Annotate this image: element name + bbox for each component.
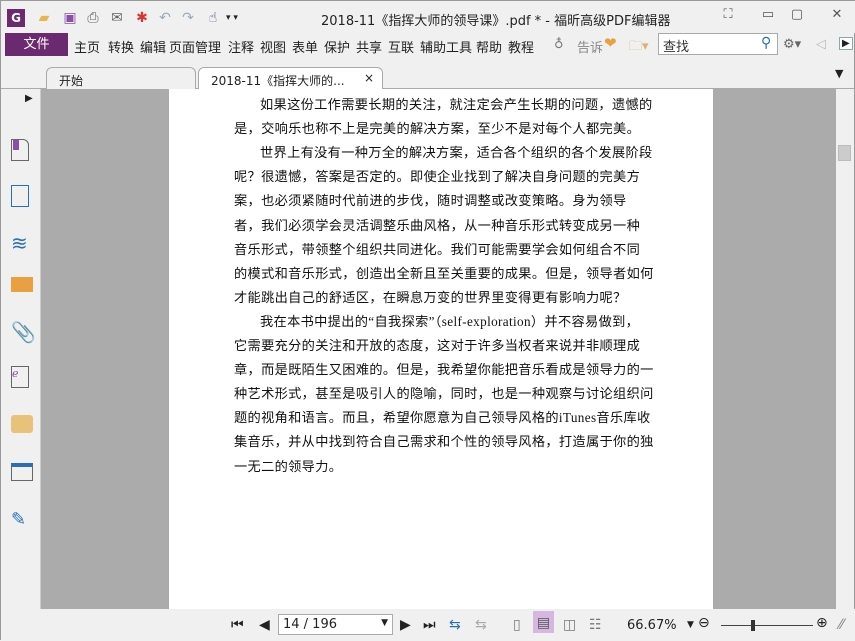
text-line: 一无二的领导力。	[234, 458, 343, 474]
zoom-slider[interactable]	[721, 620, 813, 631]
text-line: 呢？很遗憾，答案是否定的。即使企业找到了解决自身问题的完美方	[234, 169, 641, 185]
menu-convert[interactable]: 转换	[108, 37, 134, 56]
continuous-page-icon[interactable]: ▤	[533, 611, 554, 633]
save-icon[interactable]: ▣	[61, 9, 79, 27]
layers-icon[interactable]: ≋	[11, 232, 33, 254]
ribbon-menu: 文件 主页 转换 编辑 页面管理 注释 视图 表单 保护 共享 互联 辅助工具 …	[1, 33, 855, 59]
document-tabs: 开始 2018-11《指挥大师的... × ▼	[1, 63, 855, 90]
lightbulb-icon[interactable]: ♁	[554, 37, 564, 52]
title-bar: G ▰ ▣ ⎙ ✉ ✱ ↶ ↷ ☝ ▾ ▾ 2018-11《指挥大师的领导课》.…	[1, 1, 855, 33]
tab-start[interactable]: 开始	[46, 67, 196, 90]
first-page-icon[interactable]: ⏮	[231, 617, 244, 633]
text-line: 音乐形式，带领整个组织共同进化。我们可能需要学会如何组合不同	[234, 241, 641, 257]
menu-connect[interactable]: 互联	[388, 37, 414, 56]
tab-label: 2018-11《指挥大师的...	[211, 74, 345, 88]
foxit-logo-icon[interactable]: G	[7, 9, 25, 27]
new-document-icon[interactable]: ✱	[133, 9, 151, 27]
menu-home[interactable]: 主页	[74, 37, 100, 56]
certify-pen-icon[interactable]: ✎	[11, 509, 33, 531]
zoom-slider-thumb[interactable]	[751, 620, 756, 631]
menu-tutorial[interactable]: 教程	[508, 37, 534, 56]
facing-pages-icon[interactable]: ◫	[563, 617, 576, 633]
bookmarks-icon[interactable]	[11, 139, 29, 161]
text-line: 题的视角和语言。而且，希望你愿意为自己领导风格的iTunes音乐库收	[234, 410, 651, 426]
security-lock-icon[interactable]	[11, 415, 33, 433]
navigation-panel: ▶ ≋ 📎 ℯ ✎	[1, 89, 41, 609]
next-page-icon[interactable]: ▶	[400, 617, 411, 633]
minimize-button[interactable]: ▭	[758, 7, 778, 25]
attachments-icon[interactable]: 📎	[11, 321, 36, 343]
zoom-out-icon[interactable]: ⊖	[698, 615, 710, 631]
maximize-button[interactable]: ▢	[787, 7, 807, 25]
customize-dropdown-icon[interactable]: ▾ ▾	[223, 9, 241, 27]
heart-icon[interactable]: ❤	[604, 34, 617, 52]
folder-search-icon[interactable]: 🗀▾	[629, 37, 649, 59]
menu-share[interactable]: 共享	[356, 37, 382, 56]
menu-comment[interactable]: 注释	[228, 37, 254, 56]
text-line: 它需要充分的关注和开放的态度，这对于许多当权者来说并非顺理成	[234, 338, 641, 353]
text-line: 种艺术形式，甚至是吸引人的隐喻，同时，也是一种观察与讨论组织问	[234, 386, 654, 402]
page-number-input[interactable]: 14 / 196 ▼	[278, 614, 393, 635]
undo-icon[interactable]: ↶	[156, 9, 174, 27]
menu-edit[interactable]: 编辑	[140, 37, 166, 56]
status-bar: ⏮ ◀ 14 / 196 ▼ ▶ ⏭ ⇆ ⇆ ▯ ▤ ◫ ☷ 66.67% ▼ ⊖…	[1, 609, 855, 641]
redo-icon[interactable]: ↷	[179, 9, 197, 27]
text-line: 者，我们必须学会灵活调整乐曲风格，从一种音乐形式转变成另一种	[234, 217, 641, 233]
menu-protect[interactable]: 保护	[324, 37, 350, 56]
scroll-left-icon[interactable]: ◁	[816, 37, 826, 52]
scroll-thumb[interactable]	[838, 145, 851, 161]
hand-tool-icon[interactable]: ☝	[204, 9, 222, 27]
file-menu-button[interactable]: 文件	[5, 33, 68, 56]
menu-accessibility[interactable]: 辅助工具	[420, 37, 472, 56]
fullscreen-icon[interactable]: ⛶	[718, 7, 738, 25]
form-fields-icon[interactable]	[11, 463, 33, 481]
text-line: 案，也必须紧随时代前进的步伐，随时调整或改变策略。身为领导	[234, 193, 627, 209]
menu-help[interactable]: 帮助	[476, 37, 502, 56]
text-line: 我在本书中提出的“自我探索”（self-exploration）并不容易做到，	[260, 313, 640, 329]
close-tab-icon[interactable]: ×	[364, 71, 374, 85]
signatures-icon[interactable]: ℯ	[11, 366, 29, 388]
zoom-dropdown-icon[interactable]: ▼	[687, 620, 694, 630]
pages-thumbnail-icon[interactable]	[11, 185, 29, 207]
tabs-dropdown-icon[interactable]: ▼	[835, 67, 843, 80]
zoom-level[interactable]: 66.67%	[627, 618, 677, 633]
email-icon[interactable]: ✉	[108, 9, 126, 27]
text-line: 世界上有没有一种万全的解决方案，适合各个组织的各个发展阶段	[260, 145, 653, 161]
close-button[interactable]: ✕	[827, 7, 847, 25]
tell-me-label[interactable]: 告诉	[577, 37, 603, 56]
continuous-facing-icon[interactable]: ☷	[589, 617, 602, 633]
menu-form[interactable]: 表单	[292, 37, 318, 56]
menu-page-management[interactable]: 页面管理	[169, 37, 221, 56]
last-page-icon[interactable]: ⏭	[423, 617, 436, 633]
previous-page-icon[interactable]: ◀	[259, 617, 270, 633]
print-icon[interactable]: ⎙	[84, 9, 102, 27]
vertical-scrollbar[interactable]	[836, 89, 854, 609]
resize-grip-icon[interactable]: ⁄⁄	[839, 617, 844, 633]
tab-label: 开始	[59, 74, 84, 88]
search-input[interactable]: 查找	[658, 33, 778, 55]
next-view-icon[interactable]: ⇆	[475, 617, 487, 633]
search-icon[interactable]: ⚲	[761, 35, 771, 51]
comments-icon[interactable]	[11, 277, 33, 292]
text-line: 是，交响乐也称不上是完美的解决方案，至少不是对每个人都完美。	[234, 121, 641, 137]
page-number: 14 / 196	[283, 617, 337, 632]
single-page-icon[interactable]: ▯	[513, 617, 521, 633]
tab-document[interactable]: 2018-11《指挥大师的... ×	[198, 67, 383, 90]
text-line: 如果这份工作需要长期的关注，就注定会产生长期的问题，遗憾的	[260, 97, 653, 112]
open-folder-icon[interactable]: ▰	[35, 9, 53, 27]
menu-view[interactable]: 视图	[260, 37, 286, 56]
pdf-page: 如果这份工作需要长期的关注，就注定会产生长期的问题，遗憾的是，交响乐也称不上是完…	[169, 89, 713, 609]
text-line: 集音乐，并从中找到符合自己需求和个性的领导风格，打造属于你的独	[234, 434, 654, 450]
text-line: 章，而是既陌生又困难的。但是，我希望你能把音乐看成是领导力的一	[234, 362, 654, 378]
zoom-in-icon[interactable]: ⊕	[816, 615, 828, 631]
document-view[interactable]: 如果这份工作需要长期的关注，就注定会产生长期的问题，遗憾的是，交响乐也称不上是完…	[41, 89, 836, 609]
scroll-right-icon[interactable]: ▶	[839, 37, 853, 50]
previous-view-icon[interactable]: ⇆	[449, 617, 461, 633]
text-line: 的模式和音乐形式，创造出全新且至关重要的成果。但是，领导者如何	[234, 265, 654, 281]
window-title: 2018-11《指挥大师的领导课》.pdf * - 福昕高级PDF编辑器	[321, 14, 671, 29]
settings-gear-icon[interactable]: ⚙▾	[783, 37, 801, 52]
text-line: 才能跳出自己的舒适区，在瞬息万变的世界里变得更有影响力呢？	[234, 289, 627, 305]
